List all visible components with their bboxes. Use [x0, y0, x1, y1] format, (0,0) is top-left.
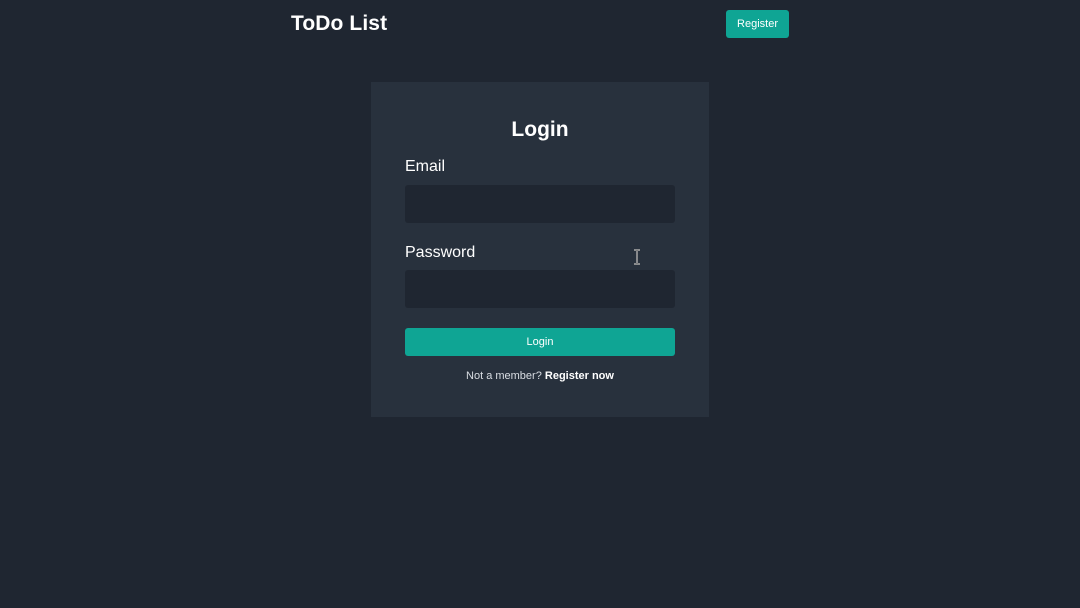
password-label: Password [405, 244, 476, 261]
text-cursor-icon [634, 249, 640, 265]
password-field[interactable] [405, 270, 675, 308]
top-navbar: ToDo List Register [0, 0, 1080, 48]
email-field[interactable] [405, 185, 675, 223]
login-button[interactable]: Login [405, 328, 675, 356]
app-title: ToDo List [291, 12, 388, 35]
email-label: Email [405, 158, 446, 175]
login-title: Login [511, 118, 569, 141]
register-prompt: Not a member? Register now [371, 370, 709, 382]
register-prompt-text: Not a member? [466, 370, 542, 382]
register-button[interactable]: Register [726, 10, 789, 38]
login-card: Login Email Password Login Not a member?… [371, 82, 709, 417]
register-now-link[interactable]: Register now [545, 370, 614, 382]
